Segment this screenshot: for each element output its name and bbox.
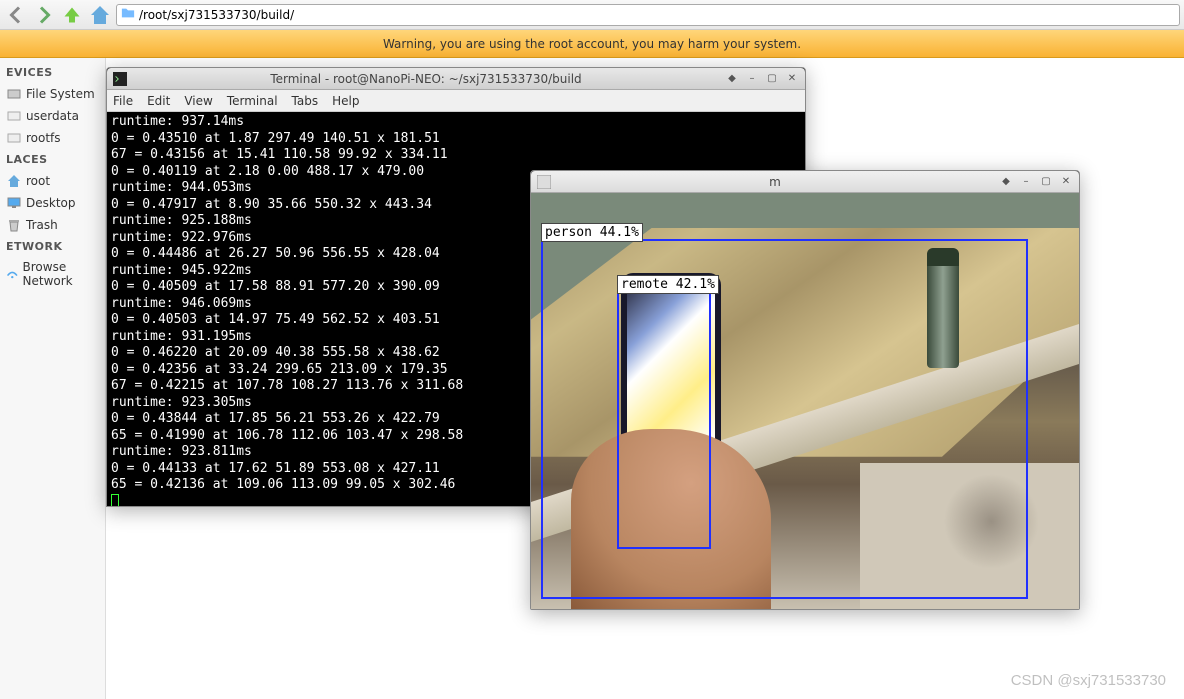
network-icon [6,266,19,282]
window-maximize-button[interactable]: ▢ [765,72,779,86]
terminal-menubar: File Edit View Terminal Tabs Help [107,90,805,112]
detection-label: person 44.1% [541,223,643,242]
window-close-button[interactable]: ✕ [785,72,799,86]
drive-icon [6,130,22,146]
detection-box [617,291,711,549]
sidebar-header-places: LACES [0,149,105,170]
sidebar-item-rootfs[interactable]: rootfs [0,127,105,149]
window-minimize-button[interactable]: – [1019,175,1033,189]
image-content: person 44.1% remote 42.1% [531,193,1079,609]
forward-button[interactable] [32,3,56,27]
home-icon [6,173,22,189]
menu-edit[interactable]: Edit [147,94,170,108]
sidebar-item-desktop[interactable]: Desktop [0,192,105,214]
app-icon [537,175,551,189]
menu-view[interactable]: View [184,94,212,108]
detection-label: remote 42.1% [617,275,719,294]
warning-text: Warning, you are using the root account,… [383,37,801,51]
home-button[interactable] [88,3,112,27]
watermark: CSDN @sxj731533730 [1011,672,1166,689]
image-title: m [551,175,999,189]
path-input[interactable] [139,8,1175,22]
drive-icon [6,86,22,102]
back-button[interactable] [4,3,28,27]
menu-file[interactable]: File [113,94,133,108]
sidebar-header-devices: EVICES [0,62,105,83]
detection-box [541,239,1028,599]
window-maximize-button[interactable]: ▢ [1039,175,1053,189]
desktop-icon [6,195,22,211]
sidebar-item-filesystem[interactable]: File System [0,83,105,105]
sidebar-item-trash[interactable]: Trash [0,214,105,236]
terminal-titlebar[interactable]: Terminal - root@NanoPi-NEO: ~/sxj7315337… [107,68,805,90]
folder-icon [121,6,135,23]
file-manager-toolbar [0,0,1184,30]
root-warning-bar: Warning, you are using the root account,… [0,30,1184,58]
terminal-icon [113,72,127,86]
up-button[interactable] [60,3,84,27]
drive-icon [6,108,22,124]
image-titlebar[interactable]: m ◆ – ▢ ✕ [531,171,1079,193]
path-bar[interactable] [116,4,1180,26]
places-sidebar: EVICES File System userdata rootfs LACES… [0,58,106,699]
trash-icon [6,217,22,233]
image-viewer-window[interactable]: m ◆ – ▢ ✕ person 44.1% remote 42.1% [530,170,1080,610]
terminal-title: Terminal - root@NanoPi-NEO: ~/sxj7315337… [127,72,725,86]
sidebar-item-network[interactable]: Browse Network [0,257,105,291]
sidebar-header-network: ETWORK [0,236,105,257]
sidebar-item-userdata[interactable]: userdata [0,105,105,127]
window-always-top-button[interactable]: ◆ [999,175,1013,189]
window-close-button[interactable]: ✕ [1059,175,1073,189]
window-minimize-button[interactable]: – [745,72,759,86]
menu-terminal[interactable]: Terminal [227,94,278,108]
sidebar-item-root[interactable]: root [0,170,105,192]
window-always-top-button[interactable]: ◆ [725,72,739,86]
menu-tabs[interactable]: Tabs [292,94,319,108]
menu-help[interactable]: Help [332,94,359,108]
